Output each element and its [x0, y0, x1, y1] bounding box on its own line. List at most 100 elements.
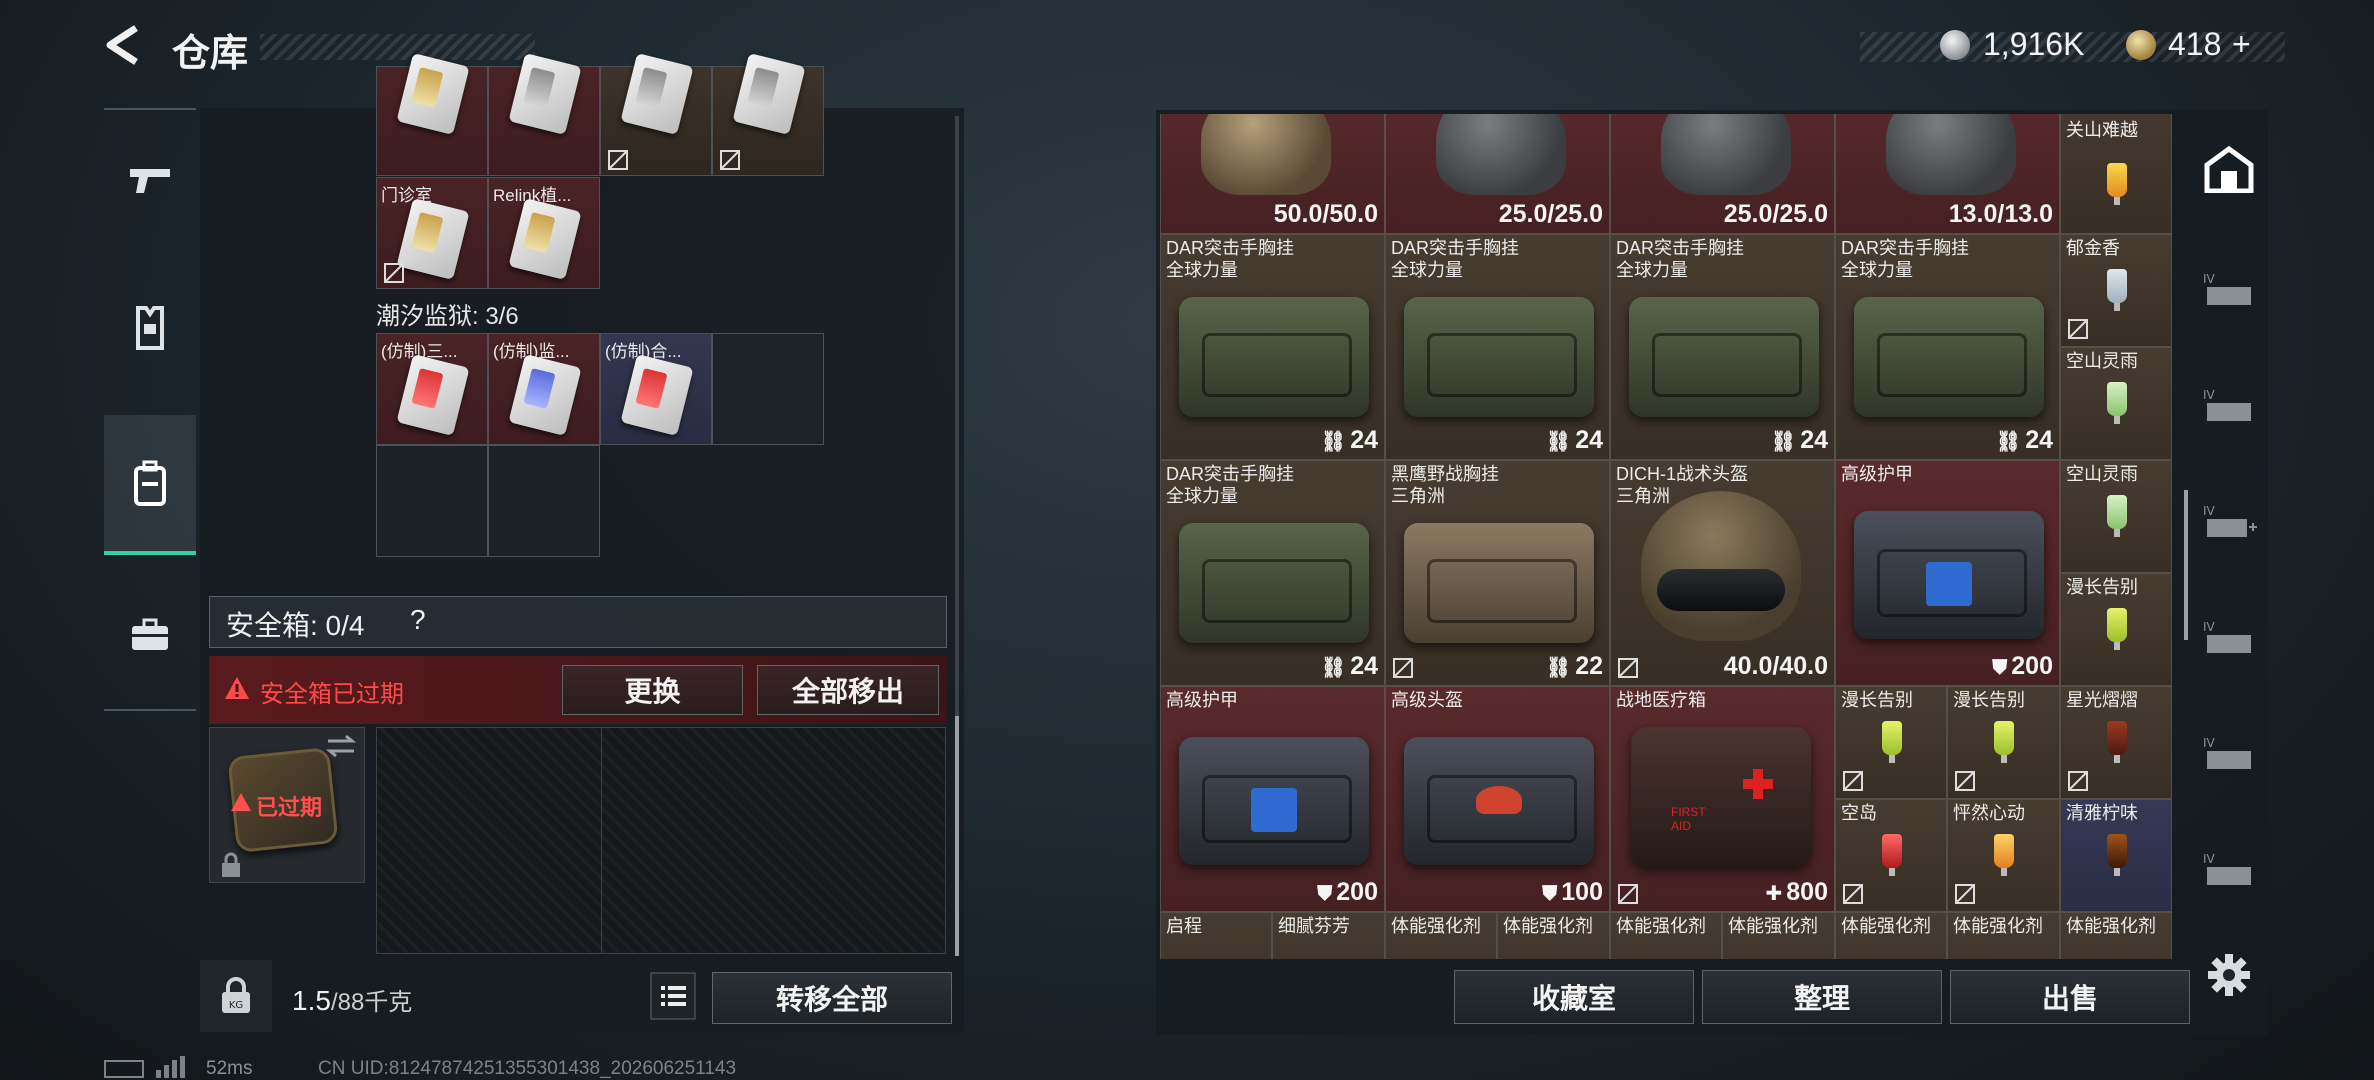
- filter-stash-2[interactable]: IV: [2190, 346, 2268, 464]
- stash-scrollbar[interactable]: [2184, 490, 2188, 640]
- no-drop-icon: [2068, 319, 2088, 339]
- item-name: DAR突击手胸挂 全球力量: [1166, 464, 1295, 506]
- rig-icon: ⛓: [1320, 431, 1347, 453]
- item-chest-rig[interactable]: DAR突击手胸挂 全球力量 ⛓ 24: [1160, 460, 1385, 686]
- list-view-button[interactable]: [650, 972, 696, 1020]
- item-drink[interactable]: 空山灵雨: [2060, 347, 2172, 460]
- gun-icon: [130, 169, 170, 193]
- tab-armor[interactable]: [104, 258, 196, 398]
- no-drop-icon: [1618, 884, 1638, 904]
- container-scrollbar[interactable]: [955, 116, 959, 956]
- filter-stash-5[interactable]: IV: [2190, 694, 2268, 812]
- user-uid: CN UID:8124787425135530143​8_20260625114…: [318, 1058, 737, 1079]
- filter-stash-1[interactable]: IV: [2190, 230, 2268, 348]
- item-slot[interactable]: 体能强化剂: [1497, 912, 1610, 959]
- safe-box-grid[interactable]: [376, 727, 946, 954]
- tab-other[interactable]: [104, 565, 196, 705]
- item-drink[interactable]: 空岛: [1835, 799, 1947, 912]
- item-name: 空山灵雨: [2066, 464, 2138, 484]
- filter-stash-6[interactable]: IV: [2190, 810, 2268, 928]
- item-helmet[interactable]: 50.0/50.0: [1160, 114, 1385, 234]
- item-drink[interactable]: 漫长告别: [1947, 686, 2060, 799]
- help-icon[interactable]: ?: [410, 604, 426, 636]
- organize-button[interactable]: 整理: [1702, 970, 1942, 1024]
- item-name: 体能强化剂: [1728, 916, 1818, 936]
- tab-weapons[interactable]: [104, 110, 196, 250]
- item-chest-rig[interactable]: DAR突击手胸挂 全球力量 ⛓ 24: [1160, 234, 1385, 460]
- backpack-icon: [134, 460, 166, 506]
- item-helmet[interactable]: 高级头盔 ⛊ 100: [1385, 686, 1610, 912]
- item-slot[interactable]: [712, 53, 824, 176]
- item-helmet[interactable]: 13.0/13.0: [1835, 114, 2060, 234]
- item-drink[interactable]: 漫长告别: [1835, 686, 1947, 799]
- tab-containers[interactable]: [104, 415, 196, 555]
- item-drink[interactable]: 漫长告别: [2060, 573, 2172, 686]
- item-slot[interactable]: [376, 53, 488, 176]
- item-chest-rig[interactable]: 黑鹰野战胸挂 三角洲 ⛓ 22: [1385, 460, 1610, 686]
- item-medkit[interactable]: 战地医疗箱 FIRST AID ✚ 800: [1610, 686, 1835, 912]
- shield-icon: ⛊: [1992, 657, 2008, 679]
- sell-button[interactable]: 出售: [1950, 970, 2190, 1024]
- item-name: 体能强化剂: [2066, 916, 2156, 936]
- item-slot[interactable]: 细腻芬芳: [1272, 912, 1385, 959]
- item-drink[interactable]: 郁金香: [2060, 234, 2172, 347]
- swap-icon[interactable]: [326, 734, 356, 758]
- filter-stash-4[interactable]: IV: [2190, 578, 2268, 696]
- item-drink[interactable]: 空山灵雨: [2060, 460, 2172, 573]
- item-slot[interactable]: 体能强化剂: [2060, 912, 2172, 959]
- item-name: 战地医疗箱: [1616, 690, 1706, 710]
- empty-slot[interactable]: [712, 333, 824, 445]
- item-drink[interactable]: 清雅柠味: [2060, 799, 2172, 912]
- safe-box-capacity: 安全箱: 0/4: [226, 610, 365, 641]
- item-armor[interactable]: 高级护甲 ⛊ 200: [1835, 460, 2060, 686]
- item-slot[interactable]: 体能强化剂: [1835, 912, 1947, 959]
- item-drink[interactable]: 怦然心动: [1947, 799, 2060, 912]
- item-slot[interactable]: [488, 53, 600, 176]
- item-name: 空山灵雨: [2066, 351, 2138, 371]
- item-armor[interactable]: 高级护甲 ⛊ 200: [1160, 686, 1385, 912]
- item-slot[interactable]: 体能强化剂: [1385, 912, 1497, 959]
- item-slot[interactable]: Relink植...: [488, 177, 600, 289]
- item-slot[interactable]: 体能强化剂: [1947, 912, 2060, 959]
- transfer-all-button[interactable]: 转移全部: [712, 972, 952, 1024]
- item-drink[interactable]: 星光熠熠: [2060, 686, 2172, 799]
- item-slot[interactable]: (仿制)三...: [376, 333, 488, 445]
- item-slot[interactable]: 启程: [1160, 912, 1272, 959]
- rig-icon: ⛓: [1770, 431, 1797, 453]
- empty-slot[interactable]: [488, 445, 600, 557]
- item-name: 星光熠熠: [2066, 690, 2138, 710]
- item-slot[interactable]: 体能强化剂: [1610, 912, 1722, 959]
- filter-all[interactable]: [2190, 110, 2268, 228]
- collection-room-button[interactable]: 收藏室: [1454, 970, 1694, 1024]
- item-slot[interactable]: 门诊室: [376, 177, 488, 289]
- move-all-out-button[interactable]: 全部移出: [757, 665, 939, 715]
- item-tactical-helmet[interactable]: DICH-1战术头盔 三角洲 40.0/40.0: [1610, 460, 1835, 686]
- item-chest-rig[interactable]: DAR突击手胸挂 全球力量 ⛓ 24: [1835, 234, 2060, 460]
- item-slot[interactable]: (仿制)合...: [600, 333, 712, 445]
- item-slot[interactable]: 体能强化剂: [1722, 912, 1835, 959]
- item-helmet[interactable]: 25.0/25.0: [1610, 114, 1835, 234]
- item-armor-value: ⛊ 200: [1992, 652, 2053, 680]
- item-name: 郁金香: [2066, 238, 2120, 258]
- settings-gear-icon[interactable]: [2206, 952, 2252, 998]
- back-arrow-icon[interactable]: [100, 22, 146, 68]
- item-helmet[interactable]: 25.0/25.0: [1385, 114, 1610, 234]
- empty-slot[interactable]: [376, 445, 488, 557]
- filter-stash-3[interactable]: IV: [2190, 462, 2268, 580]
- lock-icon: [222, 852, 240, 877]
- item-armor-value: ⛊ 100: [1542, 878, 1603, 906]
- stash-tab-icon: IV: [2203, 736, 2251, 769]
- replace-button[interactable]: 更换: [562, 665, 743, 715]
- item-name: 清雅柠味: [2066, 803, 2138, 823]
- item-chest-rig[interactable]: DAR突击手胸挂 全球力量 ⛓ 24: [1610, 234, 1835, 460]
- item-chest-rig[interactable]: DAR突击手胸挂 全球力量 ⛓ 24: [1385, 234, 1610, 460]
- no-drop-icon: [1843, 884, 1863, 904]
- item-slot[interactable]: (仿制)监...: [488, 333, 600, 445]
- signal-icon: [156, 1056, 185, 1078]
- add-currency-button[interactable]: +: [2232, 26, 2251, 63]
- item-name: 怦然心动: [1953, 803, 2025, 823]
- weight-icon: KG: [200, 960, 272, 1032]
- item-slot[interactable]: [600, 53, 712, 176]
- item-drink[interactable]: 关山难越: [2060, 114, 2172, 234]
- item-name: 关山难越: [2066, 120, 2138, 140]
